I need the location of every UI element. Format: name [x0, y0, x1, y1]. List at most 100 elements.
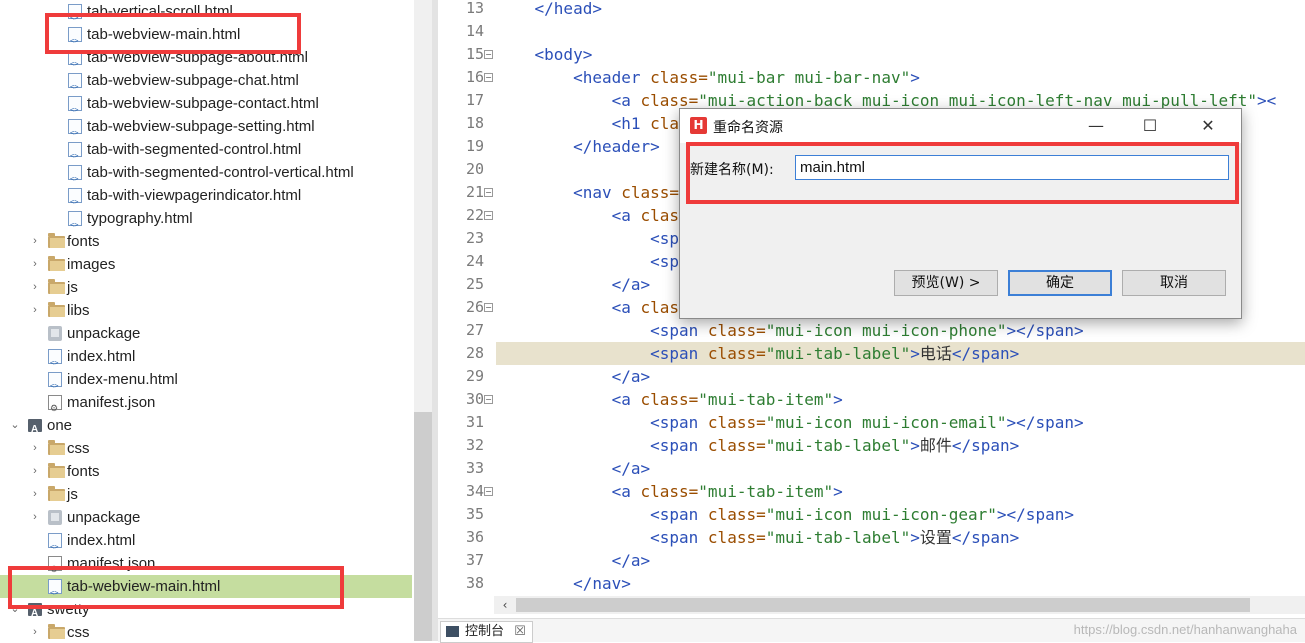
code-line[interactable]: <span class="mui-icon mui-icon-gear"></s… — [496, 503, 1305, 526]
code-editor[interactable]: 13 14 15−16−17 18 19 20 21−22−23 24 25 26−27 28 29 3… — [438, 0, 1305, 641]
collapse-arrow-icon[interactable]: › — [28, 483, 42, 506]
collapse-arrow-icon[interactable]: › — [28, 506, 42, 529]
html-file-icon — [68, 165, 82, 191]
tree-file-row[interactable]: tab-with-segmented-control.html — [0, 138, 412, 168]
tree-file-row[interactable]: tab-webview-subpage-contact.html — [0, 92, 412, 122]
minimize-icon[interactable]: — — [1073, 109, 1119, 143]
code-line[interactable]: <a class="mui-tab-item"> — [496, 480, 1305, 503]
html-file-icon — [68, 142, 82, 168]
tree-file-row[interactable]: tab-webview-subpage-chat.html — [0, 69, 412, 99]
fold-toggle-icon[interactable]: − — [484, 487, 493, 496]
collapse-arrow-icon[interactable]: › — [28, 299, 42, 322]
cancel-button[interactable]: 取消 — [1122, 270, 1226, 296]
code-line[interactable]: <span class="mui-icon mui-icon-phone"></… — [496, 319, 1305, 342]
code-token: > — [910, 436, 920, 455]
code-line[interactable]: </head> — [496, 0, 1305, 20]
tree-folder-row[interactable]: › css — [0, 437, 412, 460]
tree-folder-row[interactable]: › images — [0, 253, 412, 276]
html-file-icon — [68, 96, 82, 122]
expand-arrow-icon[interactable]: ⌄ — [8, 598, 22, 621]
code-token: class= — [650, 68, 708, 87]
tree-folder-row[interactable]: › css — [0, 621, 412, 641]
code-token: 电话 — [919, 344, 952, 363]
console-close-icon[interactable]: ☒ — [514, 624, 526, 639]
collapse-arrow-icon[interactable]: › — [28, 437, 42, 460]
fold-toggle-icon[interactable]: − — [484, 211, 493, 220]
code-line[interactable]: </nav> — [496, 572, 1305, 595]
tree-file-row[interactable]: unpackage — [0, 322, 412, 345]
tree-file-row[interactable]: index.html — [0, 529, 412, 559]
console-tab[interactable]: 控制台 ☒ — [440, 621, 533, 643]
tree-folder-row[interactable]: › fonts — [0, 460, 412, 483]
new-name-input[interactable] — [795, 155, 1229, 180]
line-number: 36 — [465, 528, 484, 546]
code-line[interactable]: </a> — [496, 365, 1305, 388]
fold-toggle-icon[interactable]: − — [484, 303, 493, 312]
tree-file-row[interactable]: index-menu.html — [0, 368, 412, 398]
collapse-arrow-icon[interactable]: › — [28, 621, 42, 641]
line-number: 14 — [465, 22, 484, 40]
tree-folder-row[interactable]: ⌄ one — [0, 414, 412, 441]
horizontal-scrollbar-thumb[interactable] — [516, 598, 1250, 612]
tree-file-row[interactable]: tab-vertical-scroll.html — [0, 0, 412, 30]
tree-file-row[interactable]: manifest.json — [0, 391, 412, 420]
tree-folder-row[interactable]: › fonts — [0, 230, 412, 253]
tree-file-row[interactable]: tab-with-viewpagerindicator.html — [0, 184, 412, 214]
line-number: 24 — [465, 252, 484, 270]
ok-button[interactable]: 确定 — [1008, 270, 1112, 296]
tree-file-row[interactable]: tab-webview-subpage-setting.html — [0, 115, 412, 145]
tree-folder-row[interactable]: ⌄ swetty — [0, 598, 412, 625]
tree-folder-row[interactable]: › js — [0, 483, 412, 506]
close-icon[interactable]: ✕ — [1185, 109, 1231, 143]
tree-file-row[interactable]: typography.html — [0, 207, 412, 237]
horizontal-scrollbar[interactable]: ‹ — [494, 596, 1305, 614]
maximize-icon[interactable]: ☐ — [1127, 109, 1173, 143]
code-line[interactable] — [496, 20, 1305, 43]
code-token: class= — [707, 528, 766, 547]
scroll-left-arrow-icon[interactable]: ‹ — [498, 596, 512, 614]
code-token: class= — [707, 413, 766, 432]
code-line[interactable]: <body> — [496, 43, 1305, 66]
rename-resource-dialog: H 重命名资源 — ☐ ✕ 新建名称(M): 预览(W) > 确定 取消 — [679, 108, 1242, 319]
tree-item-label: tab-webview-subpage-chat.html — [87, 72, 299, 89]
code-token: </a> — [611, 551, 651, 570]
code-token: > — [833, 390, 843, 409]
fold-toggle-icon[interactable]: − — [484, 50, 493, 59]
code-line[interactable]: <a class="mui-tab-item"> — [496, 388, 1305, 411]
code-token: "mui-tab-item" — [698, 482, 834, 501]
tree-file-row[interactable]: tab-webview-subpage-about.html — [0, 46, 412, 76]
tree-folder-row[interactable]: › libs — [0, 299, 412, 322]
code-line[interactable]: </a> — [496, 457, 1305, 480]
preview-button[interactable]: 预览(W) > — [894, 270, 998, 296]
tree-file-row[interactable]: › unpackage — [0, 506, 412, 529]
folder-icon — [48, 440, 65, 455]
tree-file-row[interactable]: tab-webview-main.html — [0, 575, 412, 605]
code-token: > — [910, 528, 920, 547]
code-line[interactable]: <span class="mui-icon mui-icon-email"></… — [496, 411, 1305, 434]
tree-folder-row[interactable]: › js — [0, 276, 412, 299]
collapse-arrow-icon[interactable]: › — [28, 253, 42, 276]
code-line[interactable]: <header class="mui-bar mui-bar-nav"> — [496, 66, 1305, 89]
tree-file-row[interactable]: index.html — [0, 345, 412, 375]
tree-file-row[interactable]: manifest.json — [0, 552, 412, 581]
collapse-arrow-icon[interactable]: › — [28, 230, 42, 253]
collapse-arrow-icon[interactable]: › — [28, 276, 42, 299]
package-icon — [48, 326, 62, 341]
collapse-arrow-icon[interactable]: › — [28, 460, 42, 483]
dialog-titlebar[interactable]: H 重命名资源 — ☐ ✕ — [680, 109, 1241, 143]
code-line[interactable]: <span class="mui-tab-label">设置</span> — [496, 526, 1305, 549]
expand-arrow-icon[interactable]: ⌄ — [8, 414, 22, 437]
fold-toggle-icon[interactable]: − — [484, 73, 493, 82]
code-line[interactable]: </a> — [496, 549, 1305, 572]
tree-item-label: index-menu.html — [67, 371, 178, 388]
code-line[interactable]: <span class="mui-tab-label">电话</span> — [496, 342, 1305, 365]
tree-file-row[interactable]: tab-webview-main.html — [0, 23, 412, 53]
fold-toggle-icon[interactable]: − — [484, 395, 493, 404]
code-line[interactable]: <span class="mui-tab-label">邮件</span> — [496, 434, 1305, 457]
tree-file-row[interactable]: tab-with-segmented-control-vertical.html — [0, 161, 412, 191]
fold-toggle-icon[interactable]: − — [484, 188, 493, 197]
explorer-scrollbar-thumb[interactable] — [414, 412, 432, 641]
